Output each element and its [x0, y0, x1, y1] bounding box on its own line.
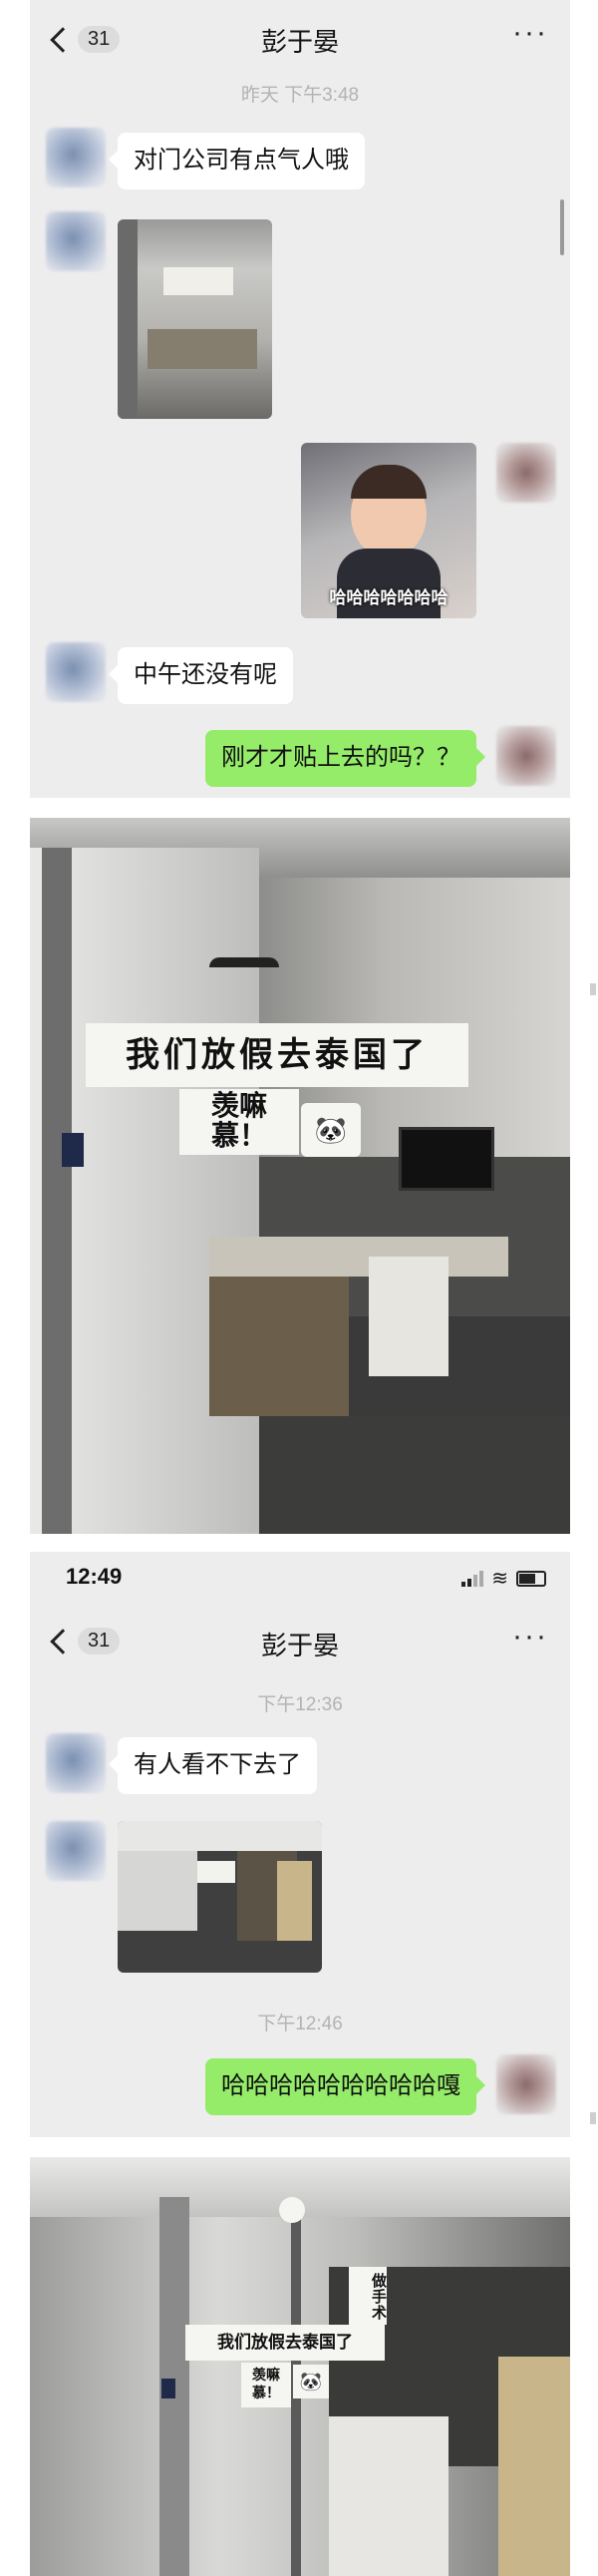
door-sign-small: 羡嘛 慕！ — [241, 2363, 291, 2407]
door-sign-main: 我们放假去泰国了 — [86, 1023, 468, 1087]
door-access-panel — [62, 1133, 84, 1167]
wifi-icon: ≋ — [491, 1568, 508, 1590]
office-photo-2: 我们放假去泰国了 羡嘛 慕！ 🐼 做手术 — [30, 2157, 570, 2576]
incoming-message[interactable]: 中午还没有呢 — [109, 647, 293, 704]
sign-text-line: 慕！ — [252, 2385, 280, 2400]
panda-meme-icon: 🐼 — [301, 1103, 361, 1157]
door-sign-small: 羡嘛 慕！ — [179, 1089, 299, 1155]
chat-title: 彭于晏 — [260, 27, 339, 57]
door-sign-main: 我们放假去泰国了 — [185, 2325, 385, 2361]
door-access-panel — [161, 2379, 175, 2398]
chat-screenshot-1: 31 彭于晏 ··· 昨天 下午3:48 对门公司有点气人哦 哈哈哈哈哈哈哈 中… — [30, 0, 570, 798]
more-options-icon[interactable]: ··· — [512, 1620, 548, 1654]
contact-avatar[interactable] — [46, 1733, 106, 1793]
status-bar: 12:49 ≋ — [30, 1552, 570, 1612]
message-timestamp: 下午12:36 — [257, 1694, 343, 1715]
chat-title: 彭于晏 — [260, 1631, 339, 1660]
contact-avatar[interactable] — [46, 1821, 106, 1881]
contact-avatar[interactable] — [46, 128, 106, 187]
sign-text-line: 羡嘛 — [252, 2367, 280, 2383]
image-message-meme[interactable]: 哈哈哈哈哈哈哈 — [301, 443, 476, 618]
incoming-message[interactable]: 有人看不下去了 — [109, 1737, 317, 1794]
outgoing-message[interactable]: 哈哈哈哈哈哈哈哈哈嘎 — [205, 2058, 485, 2115]
status-icons: ≋ — [461, 1566, 546, 1591]
more-options-icon[interactable]: ··· — [512, 16, 548, 50]
message-timestamp: 昨天 下午3:48 — [240, 85, 360, 106]
chat-screenshot-2: 12:49 ≋ 31 彭于晏 ··· 下午12:36 有人看不下去了 下午12:… — [30, 1552, 570, 2137]
status-time: 12:49 — [66, 1564, 123, 1589]
image-message-office[interactable] — [118, 219, 272, 419]
scrollbar[interactable] — [560, 199, 564, 255]
contact-avatar[interactable] — [46, 211, 106, 271]
side-marker — [590, 983, 596, 995]
meme-caption: 哈哈哈哈哈哈哈 — [329, 588, 448, 607]
battery-icon — [516, 1570, 546, 1587]
panda-meme-icon: 🐼 — [293, 2365, 329, 2398]
chat-header: 31 彭于晏 ··· — [30, 1612, 570, 1681]
signal-icon — [461, 1570, 484, 1587]
incoming-message[interactable]: 对门公司有点气人哦 — [109, 133, 365, 189]
message-timestamp: 下午12:46 — [257, 2014, 343, 2034]
my-avatar[interactable] — [496, 2054, 556, 2114]
door-sign-side: 做手术 — [349, 2267, 387, 2325]
office-photo-1: 我们放假去泰国了 羡嘛 慕！ 🐼 — [30, 818, 570, 1534]
round-sticker-icon — [279, 2197, 305, 2223]
my-avatar[interactable] — [496, 726, 556, 786]
sign-text-line: 羡嘛 — [210, 1090, 267, 1121]
chat-header: 31 彭于晏 ··· — [30, 0, 570, 88]
side-marker — [590, 2112, 596, 2124]
outgoing-message[interactable]: 刚才才贴上去的吗？？ — [205, 730, 485, 787]
my-avatar[interactable] — [496, 443, 556, 503]
sign-text-line: 慕！ — [210, 1120, 267, 1151]
contact-avatar[interactable] — [46, 642, 106, 702]
image-message-office[interactable] — [118, 1821, 322, 1973]
